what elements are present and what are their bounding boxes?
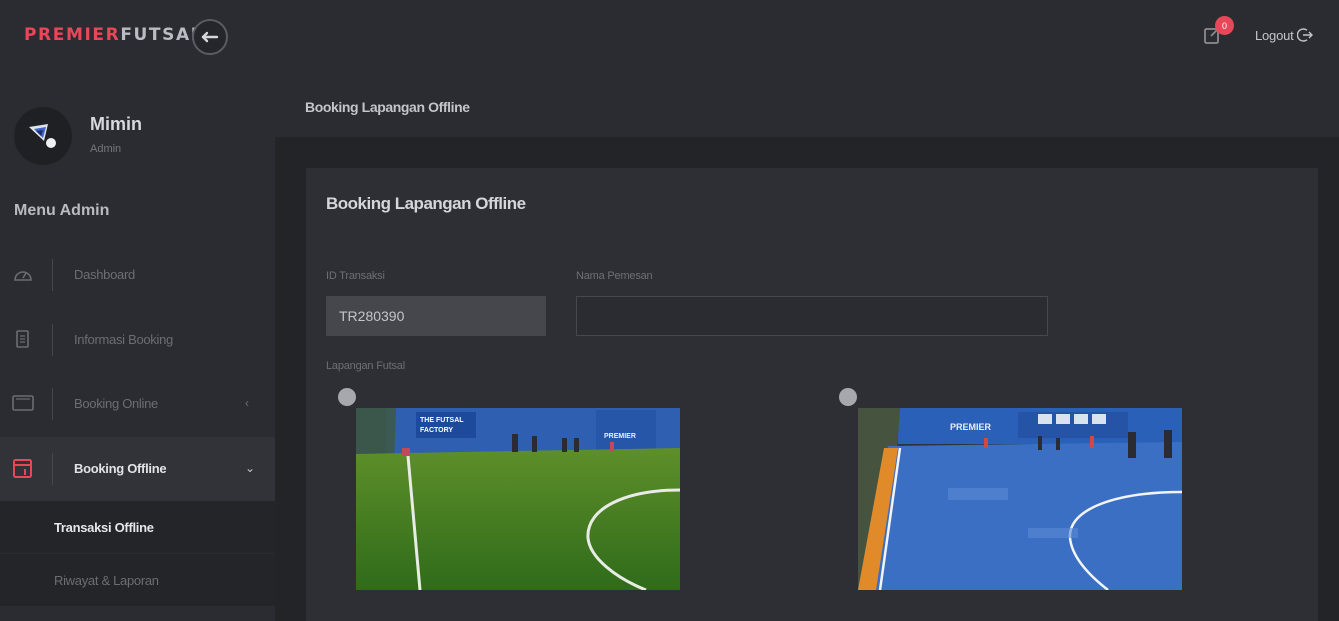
brand-part-2: FUTSAL (120, 25, 204, 45)
lapangan-futsal-label: Lapangan Futsal (326, 360, 405, 372)
sidebar-item-label: Booking Offline (74, 461, 167, 476)
user-profile: Mimin Admin (0, 76, 275, 182)
booking-form-card: Booking Lapangan Offline ID Transaksi Na… (306, 168, 1318, 621)
sidebar-item-booking-offline[interactable]: Booking Offline ⌄ (0, 437, 275, 501)
content-header: Booking Lapangan Offline (275, 76, 1339, 137)
logout-icon (1296, 28, 1313, 42)
chevron-left-icon: ‹ (245, 396, 249, 410)
brand-part-1: PREMIER (24, 25, 121, 45)
id-transaksi-label: ID Transaksi (326, 270, 385, 282)
avatar (14, 107, 72, 165)
sidebar-subitem-riwayat-laporan[interactable]: Riwayat & Laporan (0, 554, 275, 606)
court-radio-1[interactable] (338, 388, 356, 406)
indoor-court-picture: PREMIER (858, 408, 1182, 590)
brand-logo[interactable]: PREMIERFUTSAL (24, 25, 203, 45)
sidebar-item-booking-online[interactable]: Booking Online ‹ (0, 372, 275, 436)
card-title: Booking Lapangan Offline (326, 194, 526, 213)
page-title: Booking Lapangan Offline (305, 99, 470, 115)
court-radio-2[interactable] (839, 388, 857, 406)
grass-court-picture: THE FUTSAL FACTORY PREMIER (356, 408, 680, 590)
banner-text: PREMIER (604, 433, 636, 440)
banner-text: THE FUTSAL (420, 417, 464, 424)
user-avatar-icon (29, 124, 56, 148)
sidebar: Mimin Admin Menu Admin Dashboard Informa… (0, 76, 275, 621)
menu-separator (52, 453, 53, 485)
calendar-icon (13, 459, 32, 478)
sidebar-toggle-button[interactable] (192, 19, 228, 55)
sidebar-item-informasi-booking[interactable]: Informasi Booking (0, 308, 275, 372)
gauge-icon (14, 271, 32, 281)
banner-text: FACTORY (420, 427, 453, 434)
menu-separator (52, 324, 53, 356)
nama-pemesan-label: Nama Pemesan (576, 270, 653, 282)
court-image-grass[interactable]: THE FUTSAL FACTORY PREMIER (356, 408, 680, 590)
sidebar-item-label: Informasi Booking (74, 332, 173, 347)
sidebar-item-dashboard[interactable]: Dashboard (0, 243, 275, 307)
chevron-down-icon: ⌄ (245, 461, 256, 475)
banner-text: PREMIER (950, 422, 992, 432)
user-role: Admin (90, 143, 122, 155)
notification-badge[interactable]: 0 (1215, 16, 1234, 35)
menu-separator (52, 259, 53, 291)
sidebar-subitem-label: Riwayat & Laporan (54, 573, 159, 588)
document-icon (16, 330, 29, 348)
id-transaksi-field[interactable] (326, 296, 546, 336)
top-navbar: PREMIERFUTSAL 0 Logout (0, 0, 1339, 76)
sidebar-subitem-transaksi-offline[interactable]: Transaksi Offline (0, 501, 275, 553)
menu-title: Menu Admin (14, 202, 110, 219)
monitor-icon (12, 395, 34, 411)
user-name: Mimin (90, 114, 142, 134)
menu-separator (52, 388, 53, 420)
sidebar-item-label: Dashboard (74, 267, 135, 282)
sidebar-item-label: Booking Online (74, 396, 158, 411)
court-image-indoor[interactable]: PREMIER (858, 408, 1182, 590)
logout-label: Logout (1255, 27, 1294, 43)
nama-pemesan-field[interactable] (576, 296, 1048, 336)
sidebar-subitem-label: Transaksi Offline (54, 520, 154, 535)
logout-link[interactable]: Logout (1255, 27, 1313, 43)
arrow-left-icon (201, 31, 219, 43)
